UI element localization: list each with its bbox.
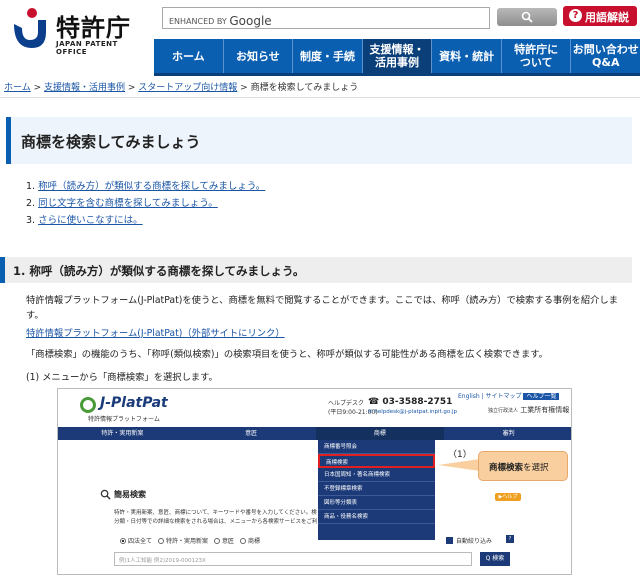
nav-item-2[interactable]: 制度・手続 [293, 39, 363, 73]
radio-label: 四法全て [128, 538, 153, 545]
intro-paragraph: 特許情報プラットフォーム(J-PlatPat)を使うと、商標を無料で閲覧すること… [26, 295, 619, 321]
menu-item: 商標検索 [318, 454, 435, 468]
jplatpat-logo-name: J-PlatPat [100, 395, 168, 411]
breadcrumb-link-2[interactable]: スタートアップ向け情報 [138, 83, 237, 93]
menu-item: 商品・役務名検索 [318, 510, 435, 524]
breadcrumb-separator: > [125, 83, 139, 93]
nav-item-3[interactable]: 支援情報・ 活用事例 [362, 39, 433, 73]
keyword-placeholder: 例)1人工知能 例2)2019-000123X [119, 558, 206, 564]
glossary-label: 用語解説 [585, 11, 629, 24]
auto-filter-label: 自動絞り込み [456, 538, 493, 545]
menu-item: 日本国周知・著名商標検索 [318, 468, 435, 482]
jplatpat-nav: 特許・実用新案 意匠 商標 審判 [58, 427, 571, 440]
radio-label: 商標 [248, 538, 261, 545]
helpdesk-phone: 03-3588-2751 [382, 397, 453, 407]
keyword-input: 例)1人工知能 例2)2019-000123X [114, 552, 472, 566]
section-heading-text: 1. 称呼（読み方）が類似する商標を探してみましょう。 [13, 264, 305, 278]
magnifier-icon [100, 489, 111, 500]
divider [0, 97, 640, 98]
callout-arrow [438, 459, 480, 471]
jplatpat-nav-item: 商標 [315, 427, 445, 440]
site-search-input[interactable]: ENHANCED BY Google [162, 7, 490, 29]
desc-line-1: 特許・実用新案、意匠、商標について、キーワードや番号を入力してください。検 [114, 510, 317, 516]
radio-icon [240, 538, 247, 544]
callout-rest: を選択 [523, 463, 549, 473]
toc-number: 3. [26, 215, 36, 226]
page-title: 商標を検索してみましょう [21, 133, 201, 151]
jplatpat-nav-item: 審判 [502, 430, 515, 437]
jplatpat-screenshot: J-PlatPat 特許情報プラットフォーム ヘルプデスク (平日9:00-21… [57, 388, 572, 575]
radio-icon [158, 538, 165, 544]
step-1-text: (1) メニューから「商標検索」を選択します。 [26, 372, 218, 383]
menu-item: 商標番号照会 [318, 440, 435, 454]
nav-item-1[interactable]: お知らせ [224, 39, 294, 73]
toc-link-2[interactable]: 同じ文字を含む商標を探してみましょう。 [38, 198, 218, 209]
toc-link-1[interactable]: 称呼（読み方）が類似する商標を探してみましょう。 [38, 181, 265, 192]
toc-link-3[interactable]: さらに使いこなすには。 [38, 215, 143, 226]
target-radio-group: 四法全て 特許・実用新案 意匠 商標 [114, 536, 260, 545]
search-icon [521, 11, 533, 23]
logo-subtitle: JAPAN PATENT OFFICE [56, 40, 118, 56]
global-nav: ホーム お知らせ 制度・手続 支援情報・ 活用事例 資料・統計 特許庁に ついて お問い合わ… [154, 39, 640, 73]
breadcrumb-link-1[interactable]: 支援情報・活用事例 [44, 83, 125, 93]
search-button[interactable] [497, 8, 557, 26]
checkbox-icon [446, 537, 453, 544]
callout-number: （1） [448, 450, 472, 460]
nav-underline [154, 73, 640, 76]
jplatpat-nav-item: 特許・実用新案 [101, 430, 144, 437]
explanation-paragraph: 「商標検索」の機能のうち、「称呼(類似検索)」の検索項目を使うと、称呼が類似する… [26, 349, 548, 360]
radio-icon [214, 538, 221, 544]
callout-box: 商標検索を選択 [478, 451, 568, 481]
logo-title: 特許庁 [56, 14, 131, 42]
jplatpat-search-button: Q 検索 [480, 552, 510, 566]
jpo-logo-mark-icon [14, 8, 46, 48]
org-name: 工業所有権情報・研修館 [520, 406, 571, 414]
page-title-box: 商標を検索してみましょう [6, 117, 632, 164]
toc-number: 2. [26, 198, 36, 209]
glossary-button[interactable]: ? 用語解説 [563, 6, 637, 26]
nav-item-6[interactable]: お問い合わせ Q&A [571, 39, 640, 73]
radio-label: 意匠 [222, 538, 235, 545]
org-prefix: 独立行政法人 [488, 408, 519, 414]
phone-icon: ☎ [368, 397, 383, 407]
search-placeholder-brand: Google [229, 14, 272, 28]
site-header: 特許庁 JAPAN PATENT OFFICE ENHANCED BY Goog… [0, 0, 640, 78]
desc-line-2: 分類・日付等での詳細な検索をされる場合は、メニューから各検索サービスをご利 [114, 519, 318, 525]
callout-bold: 商標検索 [489, 463, 524, 473]
breadcrumb-current: 商標を検索してみましょう [250, 83, 359, 93]
jplatpat-nav-item: 意匠 [245, 430, 258, 437]
toc-item: 1. 称呼（読み方）が類似する商標を探してみましょう。 [26, 178, 265, 195]
menu-item: 図形等分類表 [318, 496, 435, 510]
jplatpat-external-link[interactable]: 特許情報プラットフォーム(J-PlatPat)（外部サイトにリンク） [26, 328, 285, 339]
nav-item-5[interactable]: 特許庁に ついて [502, 39, 572, 73]
breadcrumb: ホーム > 支援情報・活用事例 > スタートアップ向け情報 > 商標を検索してみ… [4, 80, 358, 93]
nav-item-0[interactable]: ホーム [154, 39, 224, 73]
search-placeholder-prefix: ENHANCED BY [169, 17, 227, 26]
help-list-link: ヘルプ一覧 [523, 393, 560, 400]
nav-item-4[interactable]: 資料・統計 [432, 39, 502, 73]
trademark-dropdown-menu: 商標番号照会 商標検索 日本国周知・著名商標検索 不登録標章検索 図形等分類表 商品・役務… [318, 440, 435, 540]
jplatpat-logo-sub: 特許情報プラットフォーム [88, 416, 160, 423]
toc-item: 2. 同じ文字を含む商標を探してみましょう。 [26, 195, 265, 212]
sitemap-link: サイトマップ [485, 393, 522, 400]
jpo-logo[interactable]: 特許庁 JAPAN PATENT OFFICE [8, 4, 148, 56]
jplatpat-logo-icon [80, 397, 96, 413]
section-heading: 1. 称呼（読み方）が類似する商標を探してみましょう。 [0, 257, 632, 283]
toc-number: 1. [26, 181, 36, 192]
toc-item: 3. さらに使いこなすには。 [26, 212, 265, 229]
radio-label: 特許・実用新案 [166, 538, 209, 545]
breadcrumb-link-0[interactable]: ホーム [4, 83, 31, 93]
help-button: ▶ヘルプ [495, 493, 521, 501]
simple-search-title: 簡易検索 [114, 490, 146, 499]
helpdesk-mail: helpdesk@j-platpat.inpit.go.jp [374, 409, 457, 415]
radio-icon [120, 538, 126, 544]
table-of-contents: 1. 称呼（読み方）が類似する商標を探してみましょう。 2. 同じ文字を含む商標を… [26, 178, 265, 229]
question-icon: ? [569, 9, 582, 22]
english-link: English [458, 393, 480, 400]
breadcrumb-separator: > [30, 83, 44, 93]
breadcrumb-separator: > [237, 83, 251, 93]
question-icon: ? [506, 535, 514, 543]
menu-item: 不登録標章検索 [318, 482, 435, 496]
